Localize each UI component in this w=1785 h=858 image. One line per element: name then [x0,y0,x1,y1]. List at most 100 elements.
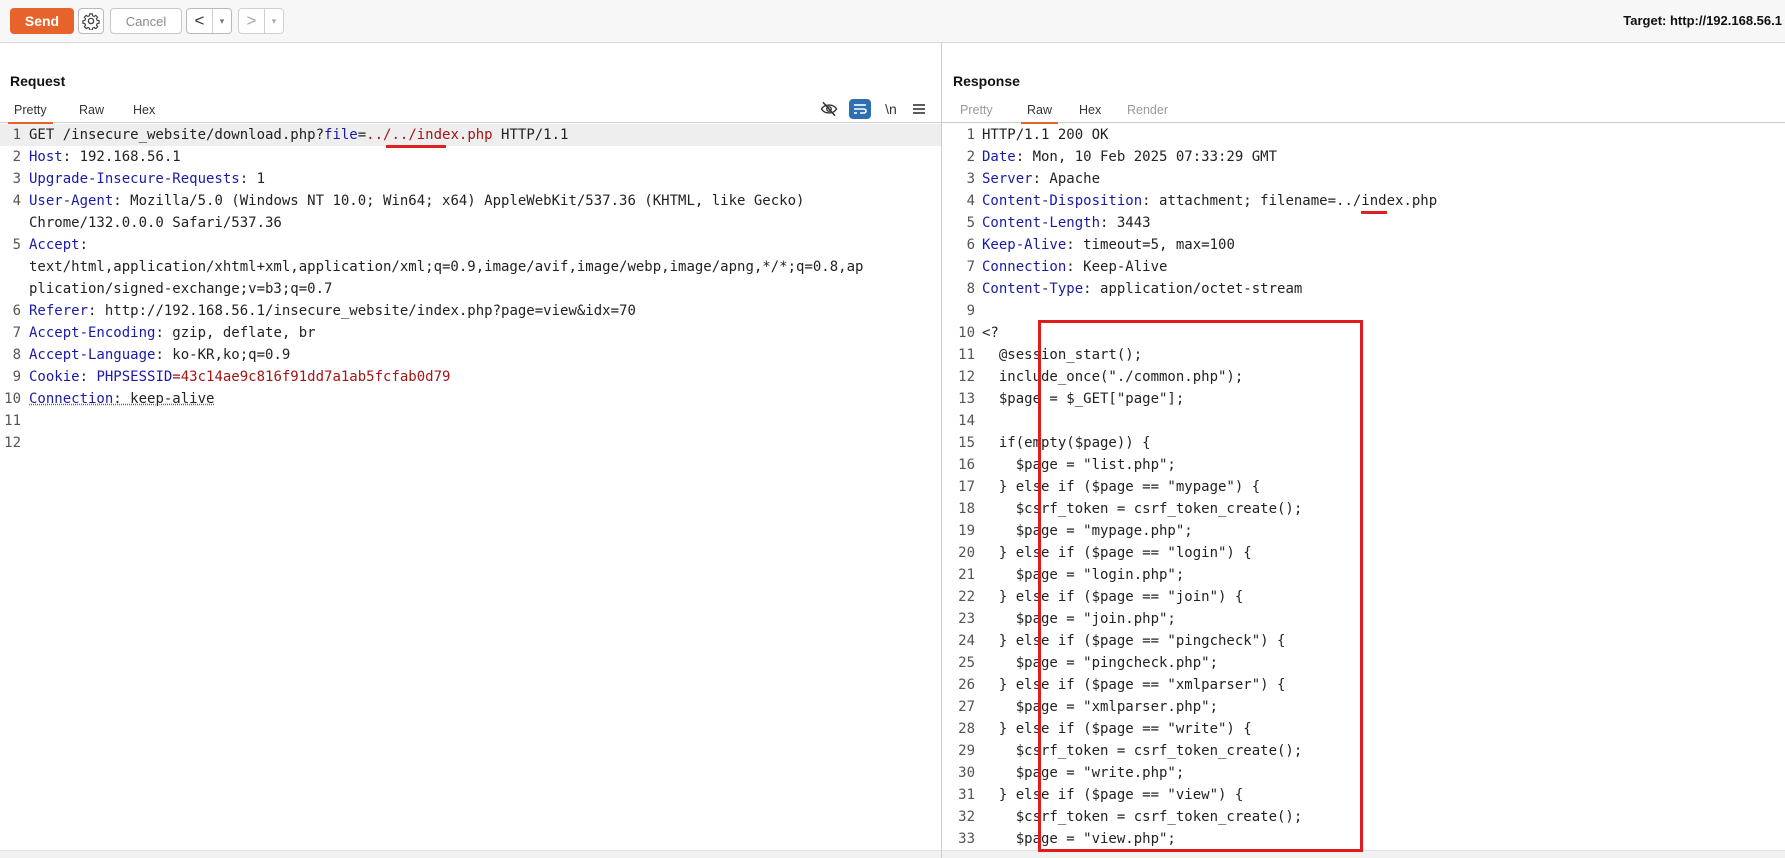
line-number: 15 [958,435,975,451]
forward-arrow-icon[interactable]: > [239,9,265,33]
code-line: 23 $page = "join.php"; [942,608,1785,630]
code-token: : keep-alive [113,391,215,407]
code-line: 15 if(empty($page)) { [942,432,1785,454]
line-text: Referer: http://192.168.56.1/insecure_we… [29,300,636,322]
response-tab-pretty[interactable]: Pretty [954,99,999,123]
response-tab-raw[interactable]: Raw [1021,99,1059,124]
eye-slash-icon[interactable] [815,97,843,121]
line-text: $page = $_GET["page"]; [982,388,1184,410]
line-number: 17 [958,479,975,495]
header-key: Server [982,171,1033,187]
code-line: 4 User-Agent: Mozilla/5.0 (Windows NT 10.… [0,190,941,212]
header-key: Keep-Alive [982,237,1067,253]
line-text: Content-Disposition: attachment; filenam… [982,190,1437,212]
code-token: $csrf_token = csrf_token_create(); [982,809,1303,825]
line-number: 10 [4,391,21,407]
line-number: 29 [958,743,975,759]
code-line: plication/signed-exchange;v=b3;q=0.7 [0,278,941,300]
line-text: include_once("./common.php"); [982,366,1243,388]
line-text: Server: Apache [982,168,1100,190]
code-line: 11 [0,410,941,432]
code-token: : http://192.168.56.1/insecure_website/i… [88,303,636,319]
code-token: $page = "list.php"; [982,457,1176,473]
line-number: 6 [12,303,21,319]
code-token: text/html,application/xhtml+xml,applicat… [29,259,864,275]
response-tab-hex[interactable]: Hex [1073,99,1107,123]
header-key: Content-Type [982,281,1084,297]
header-key: Accept [29,237,80,253]
code-line: 10 Connection: keep-alive [0,388,941,410]
code-line: 13 $page = $_GET["page"]; [942,388,1785,410]
code-line: 17 } else if ($page == "mypage") { [942,476,1785,498]
code-token: $page = "join.php"; [982,611,1176,627]
line-number: 2 [966,149,975,165]
line-text: Chrome/132.0.0.0 Safari/537.36 [29,212,282,234]
code-token: : timeout=5, max=100 [1066,237,1235,253]
code-line: 18 $csrf_token = csrf_token_create(); [942,498,1785,520]
response-tab-render[interactable]: Render [1121,99,1174,123]
newline-icon[interactable]: \n [877,97,905,121]
request-tab-raw[interactable]: Raw [73,99,110,123]
header-key: Cookie [29,369,80,385]
code-line: 28 } else if ($page == "write") { [942,718,1785,740]
target-label[interactable]: Target: http://192.168.56.1 [1623,13,1782,28]
line-number: 25 [958,655,975,671]
request-horizontal-scrollbar[interactable] [0,850,941,858]
line-text: $page = "mypage.php"; [982,520,1193,542]
header-key: User-Agent [29,193,114,209]
wrap-lines-icon[interactable] [849,99,871,119]
line-number: 33 [958,831,975,847]
code-line: Chrome/132.0.0.0 Safari/537.36 [0,212,941,234]
header-key: Upgrade-Insecure-Requests [29,171,240,187]
line-number: 22 [958,589,975,605]
forward-history-dropdown-icon[interactable]: ▾ [265,9,283,33]
line-text: Connection: Keep-Alive [982,256,1167,278]
response-title: Response [953,73,1020,89]
forward-nav-group: > ▾ [238,8,284,34]
code-line: 32 $csrf_token = csrf_token_create(); [942,806,1785,828]
send-button[interactable]: Send [10,8,74,34]
code-token: $page = "mypage.php"; [982,523,1193,539]
code-line: 8 Content-Type: application/octet-stream [942,278,1785,300]
response-panel: Response Pretty Raw Hex Render 1 HTTP/1.1… [942,43,1785,858]
code-token: =43c14ae9c816f91dd7a1ab5fcfab0d79 [172,369,451,385]
line-text: $csrf_token = csrf_token_create(); [982,740,1303,762]
menu-icon[interactable] [905,97,933,121]
cancel-button[interactable]: Cancel [110,8,182,34]
line-number: 12 [958,369,975,385]
line-number: 9 [966,303,975,319]
code-line: 24 } else if ($page == "pingcheck") { [942,630,1785,652]
code-line: 3 Server: Apache [942,168,1785,190]
code-line: 12 [0,432,941,454]
header-key: Accept-Language [29,347,156,363]
code-token: <? [982,325,999,341]
line-text: $page = "login.php"; [982,564,1185,586]
response-horizontal-scrollbar[interactable] [942,850,1785,858]
code-line: 9 [942,300,1785,322]
request-tab-pretty[interactable]: Pretty [8,99,53,124]
request-tab-hex[interactable]: Hex [127,99,161,123]
code-token: $page = "xmlparser.php"; [982,699,1219,715]
back-arrow-icon[interactable]: < [187,9,213,33]
line-number: 4 [12,193,21,209]
line-text: } else if ($page == "view") { [982,784,1243,806]
header-key: Host [29,149,63,165]
code-token: : 192.168.56.1 [62,149,181,165]
line-number: 20 [958,545,975,561]
response-editor[interactable]: 1 HTTP/1.1 200 OK 2 Date: Mon, 10 Feb 2025 … [942,124,1785,858]
response-tabbar: Pretty Raw Hex Render [942,99,1785,124]
line-number: 3 [966,171,975,187]
request-editor[interactable]: 1 GET /insecure_website/download.php?file… [0,124,941,858]
line-number: 14 [958,413,975,429]
line-text: $page = "write.php"; [982,762,1185,784]
code-line: 11 @session_start(); [942,344,1785,366]
line-text: $page = "join.php"; [982,608,1176,630]
code-token: : [79,369,97,385]
code-token: include_once("./common.php"); [982,369,1244,385]
line-text: GET /insecure_website/download.php?file=… [29,124,568,146]
code-token: $csrf_token = csrf_token_create(); [982,501,1303,517]
code-token: $page = $_GET["page"]; [982,391,1185,407]
gear-icon [82,13,100,30]
settings-button[interactable] [78,8,104,34]
back-history-dropdown-icon[interactable]: ▾ [213,9,231,33]
